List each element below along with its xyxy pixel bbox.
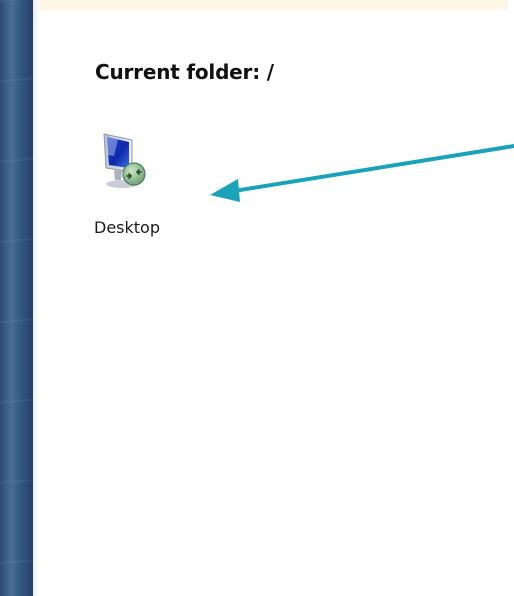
top-strip xyxy=(0,0,514,10)
page: Current folder: / Desktop xyxy=(0,0,514,596)
file-item-desktop[interactable]: Desktop xyxy=(74,128,180,244)
sidebar-edge-highlight xyxy=(33,0,39,596)
right-edge xyxy=(508,0,514,596)
remote-desktop-icon xyxy=(103,133,146,188)
annotation-arrow xyxy=(210,144,514,202)
current-folder-heading: Current folder: / xyxy=(95,60,274,84)
left-sidebar-rail xyxy=(0,0,33,596)
file-item-label: Desktop xyxy=(94,218,160,237)
